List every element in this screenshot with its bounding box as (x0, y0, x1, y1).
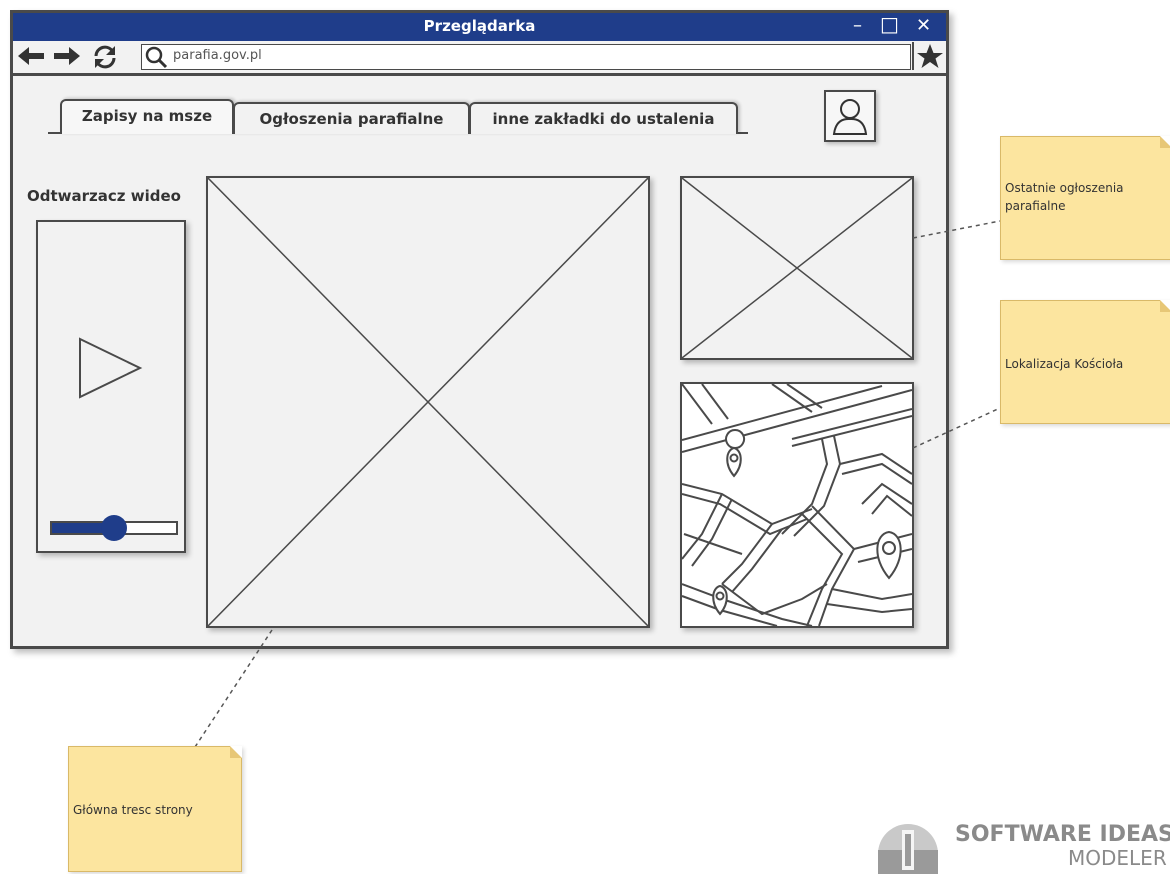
watermark-line2: MODELER (1068, 846, 1167, 870)
note-announcements: Ostatnie ogłoszenia parafialne (1000, 136, 1170, 260)
note-fold (1160, 300, 1170, 312)
connector-lines (194, 220, 1001, 748)
note-text: Lokalizacja Kościoła (1005, 357, 1124, 371)
note-text: Główna tresc strony (73, 803, 193, 817)
watermark-line1: SOFTWARE IDEAS (955, 822, 1170, 847)
note-text: Ostatnie ogłoszenia parafialne (1005, 181, 1124, 213)
note-fold (230, 746, 242, 758)
software-ideas-logo-icon (878, 824, 938, 874)
note-fold (1160, 136, 1170, 148)
note-location: Lokalizacja Kościoła (1000, 300, 1170, 424)
note-main-content: Główna tresc strony (68, 746, 242, 872)
